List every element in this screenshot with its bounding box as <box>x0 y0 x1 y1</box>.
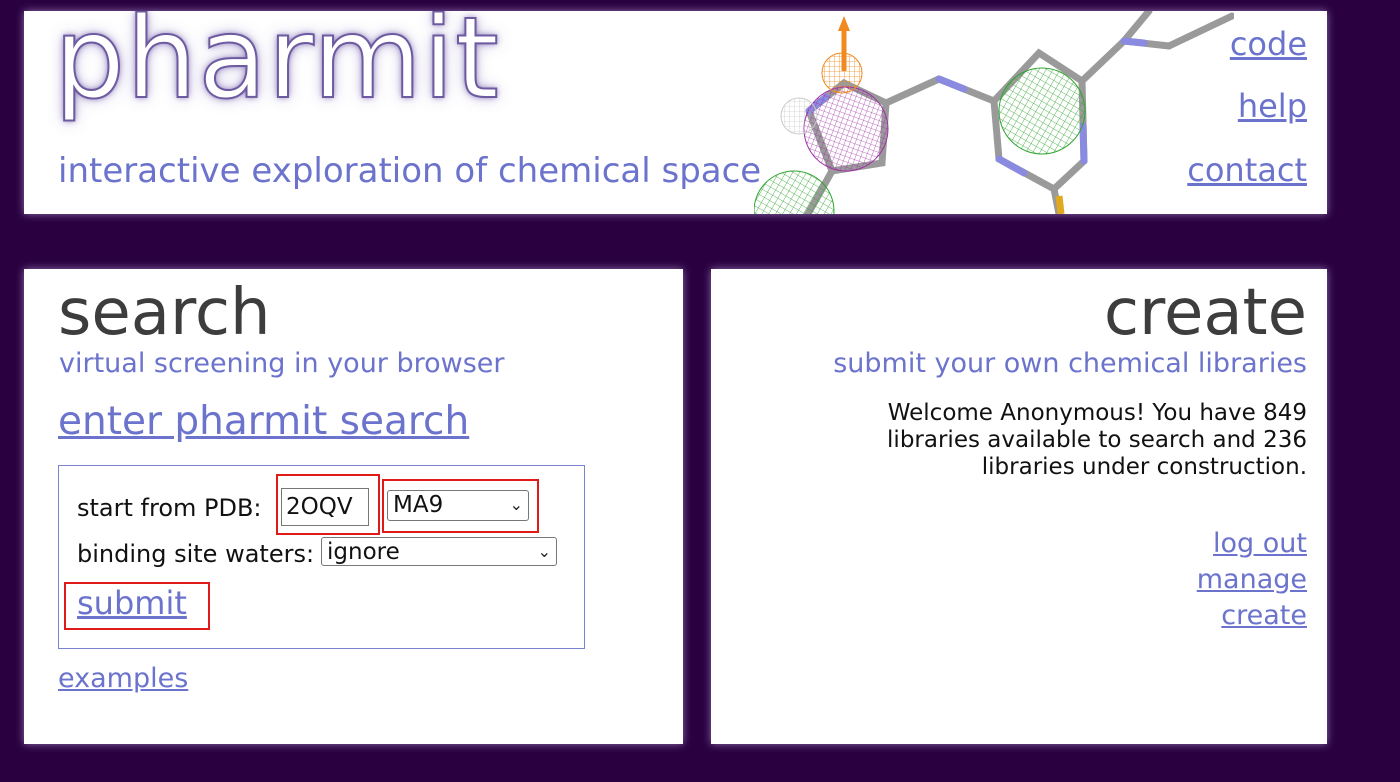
code-link[interactable]: code <box>1230 25 1307 63</box>
contact-link[interactable]: contact <box>1187 151 1307 189</box>
pdb-id-input[interactable] <box>281 488 369 526</box>
waters-select[interactable]: ignore ⌄ <box>321 537 557 566</box>
help-link[interactable]: help <box>1238 87 1307 125</box>
chevron-down-icon: ⌄ <box>509 495 523 514</box>
search-subtitle: virtual screening in your browser <box>59 348 505 379</box>
create-link[interactable]: create <box>1221 600 1307 631</box>
manage-link[interactable]: manage <box>1197 564 1307 595</box>
pdb-start-form: start from PDB: MA9 ⌄ binding site water… <box>58 465 585 649</box>
ligand-select-value: MA9 <box>393 492 444 518</box>
header-banner: pharmit interactive exploration of chemi… <box>24 11 1327 214</box>
waters-label: binding site waters: <box>77 540 315 568</box>
enter-search-link[interactable]: enter pharmit search <box>58 399 469 444</box>
create-panel: create submit your own chemical librarie… <box>711 269 1327 744</box>
pharmit-logo: pharmit <box>53 11 500 124</box>
ligand-select[interactable]: MA9 ⌄ <box>387 490 529 521</box>
search-panel: search virtual screening in your browser… <box>24 269 683 744</box>
welcome-message: Welcome Anonymous! You have 849 librarie… <box>887 400 1307 480</box>
pdb-label: start from PDB: <box>77 494 262 522</box>
create-subtitle: submit your own chemical libraries <box>833 348 1307 379</box>
submit-link[interactable]: submit <box>77 584 187 622</box>
create-title: create <box>1103 276 1307 350</box>
log-out-link[interactable]: log out <box>1213 528 1307 559</box>
waters-select-value: ignore <box>327 539 400 565</box>
chevron-down-icon: ⌄ <box>537 542 551 561</box>
examples-link[interactable]: examples <box>58 663 188 694</box>
molecule-illustration <box>754 11 1234 214</box>
tagline: interactive exploration of chemical spac… <box>58 151 762 191</box>
search-title: search <box>58 276 271 350</box>
